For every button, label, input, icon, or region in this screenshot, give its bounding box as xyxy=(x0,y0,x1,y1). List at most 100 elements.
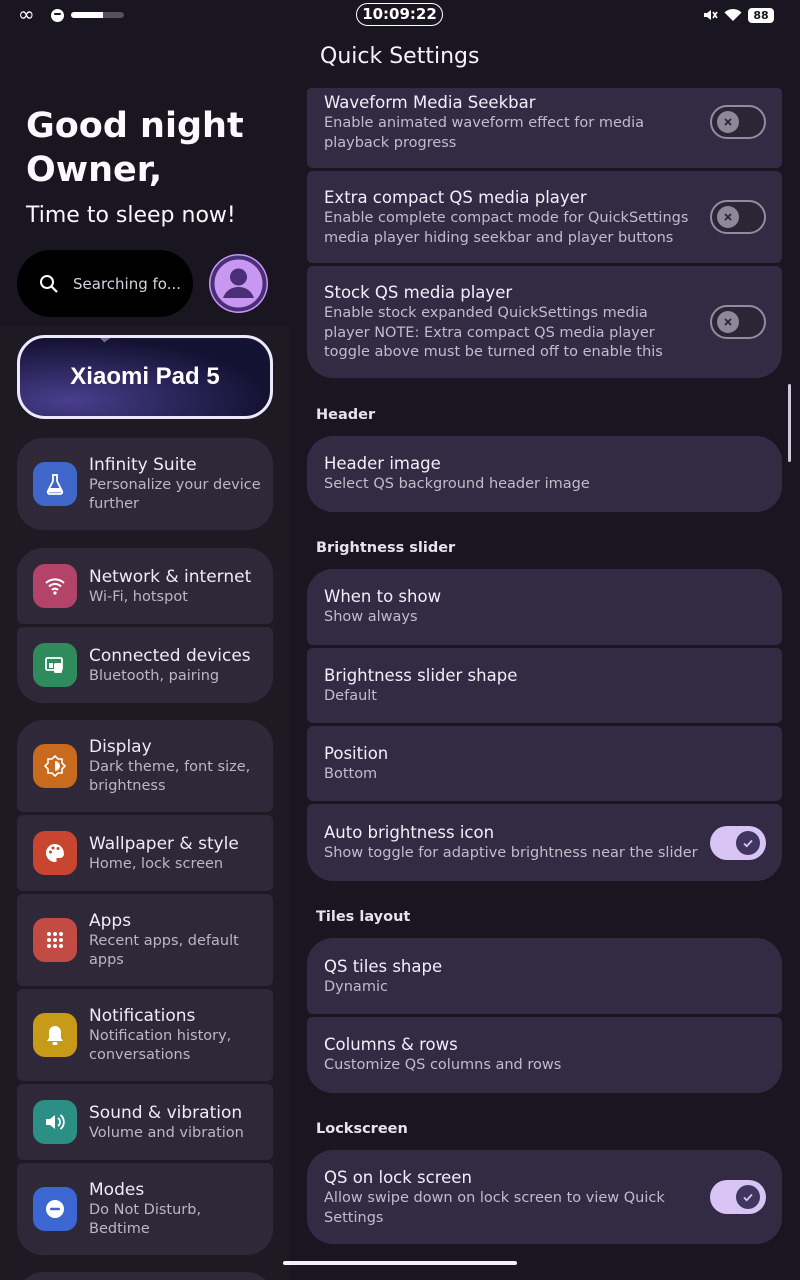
check-icon xyxy=(736,831,760,855)
setting-when-to-show[interactable]: When to show Show always xyxy=(307,569,782,645)
menu-item-infinity-suite[interactable]: Infinity Suite Personalize your device f… xyxy=(17,438,273,530)
settings-menu: Xiaomi Pad 5 Infinity Suite Personalize … xyxy=(0,326,290,1280)
avatar[interactable] xyxy=(209,254,268,313)
setting-slider-shape[interactable]: Brightness slider shape Default xyxy=(307,648,782,723)
status-bar: ∞ 10:09:22 88 xyxy=(0,0,800,30)
menu-item-subtitle: Wi-Fi, hotspot xyxy=(89,588,188,605)
menu-item-title: Display xyxy=(89,737,152,757)
setting-subtitle: Dynamic xyxy=(324,979,388,995)
setting-title: Stock QS media player xyxy=(324,283,513,302)
menu-item-partial[interactable] xyxy=(17,1272,273,1280)
menu-item-network[interactable]: Network & internet Wi-Fi, hotspot xyxy=(17,548,273,624)
menu-item-subtitle: Dark theme, font size, brightness xyxy=(89,759,251,794)
menu-item-subtitle: Recent apps, default apps xyxy=(89,933,239,968)
scrollbar[interactable] xyxy=(788,384,791,462)
setting-qs-on-lock-screen[interactable]: QS on lock screen Allow swipe down on lo… xyxy=(307,1150,782,1244)
menu-item-title: Notifications xyxy=(89,1006,196,1026)
setting-stock-media-player[interactable]: Stock QS media player Enable stock expan… xyxy=(307,266,782,378)
setting-waveform-seekbar[interactable]: Waveform Media Seekbar Enable animated w… xyxy=(307,88,782,168)
menu-item-apps[interactable]: Apps Recent apps, default apps xyxy=(17,894,273,986)
menu-item-subtitle: Home, lock screen xyxy=(89,855,224,872)
setting-extra-compact-media[interactable]: Extra compact QS media player Enable com… xyxy=(307,171,782,263)
toggle-switch[interactable] xyxy=(710,1180,766,1214)
setting-subtitle: Default xyxy=(324,688,377,704)
brightness-icon xyxy=(33,744,77,788)
setting-title: Auto brightness icon xyxy=(324,823,495,842)
menu-item-subtitle: Do Not Disturb, Bedtime xyxy=(89,1202,202,1237)
mute-icon xyxy=(704,10,718,20)
menu-item-subtitle: Personalize your device further xyxy=(89,477,261,512)
menu-item-connected-devices[interactable]: Connected devices Bluetooth, pairing xyxy=(17,627,273,703)
menu-item-wallpaper[interactable]: Wallpaper & style Home, lock screen xyxy=(17,815,273,891)
setting-subtitle: Select QS background header image xyxy=(324,476,590,492)
menu-item-subtitle: Volume and vibration xyxy=(89,1124,244,1141)
x-icon xyxy=(717,111,739,133)
section-header: Lockscreen xyxy=(316,1121,408,1137)
setting-title: Columns & rows xyxy=(324,1035,458,1054)
setting-position[interactable]: Position Bottom xyxy=(307,726,782,801)
setting-subtitle: Enable stock expanded QuickSettings medi… xyxy=(324,305,663,360)
setting-title: QS tiles shape xyxy=(324,957,443,976)
x-icon xyxy=(717,311,739,333)
search-icon xyxy=(40,274,58,293)
search-placeholder: Searching fo... xyxy=(73,274,181,293)
toggle-switch[interactable] xyxy=(710,826,766,860)
menu-item-subtitle: Notification history, conversations xyxy=(89,1028,232,1063)
palette-icon xyxy=(33,831,77,875)
setting-header-image[interactable]: Header image Select QS background header… xyxy=(307,436,782,512)
setting-title: Brightness slider shape xyxy=(324,666,518,685)
bell-icon xyxy=(33,1013,77,1057)
left-pane: Good night Owner, Time to sleep now! Sea… xyxy=(0,30,290,1280)
toggle-switch[interactable] xyxy=(710,200,766,234)
speaker-icon xyxy=(33,1100,77,1144)
user-icon xyxy=(210,255,267,312)
spotify-icon xyxy=(51,9,64,22)
setting-auto-brightness-icon[interactable]: Auto brightness icon Show toggle for ada… xyxy=(307,804,782,881)
section-header: Tiles layout xyxy=(316,909,411,925)
wifi-icon xyxy=(33,564,77,608)
setting-tiles-shape[interactable]: QS tiles shape Dynamic xyxy=(307,938,782,1014)
setting-subtitle: Allow swipe down on lock screen to view … xyxy=(324,1190,665,1226)
menu-item-title: Network & internet xyxy=(89,566,252,587)
section-header: Brightness slider xyxy=(316,540,456,556)
setting-subtitle: Bottom xyxy=(324,766,378,782)
search-bar[interactable]: Searching fo... xyxy=(17,250,193,317)
setting-title: When to show xyxy=(324,587,442,606)
devices-icon xyxy=(33,643,77,687)
apps-grid-icon xyxy=(33,918,77,962)
setting-title: QS on lock screen xyxy=(324,1168,472,1187)
media-progress-fill xyxy=(71,12,103,18)
quick-settings-list: Waveform Media Seekbar Enable animated w… xyxy=(290,88,800,1280)
menu-item-title: Wallpaper & style xyxy=(89,833,239,854)
x-icon xyxy=(717,206,739,228)
battery-icon: 88 xyxy=(748,7,774,23)
check-icon xyxy=(736,1185,760,1209)
device-card[interactable]: Xiaomi Pad 5 xyxy=(17,335,273,419)
setting-title: Waveform Media Seekbar xyxy=(324,93,536,112)
setting-title: Extra compact QS media player xyxy=(324,188,587,207)
menu-item-title: Connected devices xyxy=(89,645,251,666)
toggle-switch[interactable] xyxy=(710,105,766,139)
toggle-switch[interactable] xyxy=(710,305,766,339)
setting-title: Position xyxy=(324,744,389,763)
menu-item-notifications[interactable]: Notifications Notification history, conv… xyxy=(17,989,273,1081)
greeting-line-1: Good night xyxy=(26,106,244,146)
setting-subtitle: Show toggle for adaptive brightness near… xyxy=(324,845,698,861)
menu-item-title: Modes xyxy=(89,1180,145,1200)
setting-subtitle: Enable animated waveform effect for medi… xyxy=(324,115,645,151)
setting-columns-rows[interactable]: Columns & rows Customize QS columns and … xyxy=(307,1017,782,1093)
setting-subtitle: Enable complete compact mode for QuickSe… xyxy=(324,210,689,246)
infinity-icon: ∞ xyxy=(18,2,35,26)
menu-item-title: Apps xyxy=(89,911,132,931)
section-header: Header xyxy=(316,407,376,423)
home-indicator[interactable] xyxy=(283,1261,517,1265)
menu-item-sound[interactable]: Sound & vibration Volume and vibration xyxy=(17,1084,273,1160)
page-title: Quick Settings xyxy=(320,44,480,69)
menu-item-subtitle: Bluetooth, pairing xyxy=(89,667,220,684)
media-progress-bar xyxy=(71,12,124,18)
flask-icon xyxy=(33,462,77,506)
menu-item-title: Sound & vibration xyxy=(89,1102,243,1123)
menu-item-display[interactable]: Display Dark theme, font size, brightnes… xyxy=(17,720,273,812)
menu-item-modes[interactable]: Modes Do Not Disturb, Bedtime xyxy=(17,1163,273,1255)
device-name: Xiaomi Pad 5 xyxy=(70,363,220,390)
